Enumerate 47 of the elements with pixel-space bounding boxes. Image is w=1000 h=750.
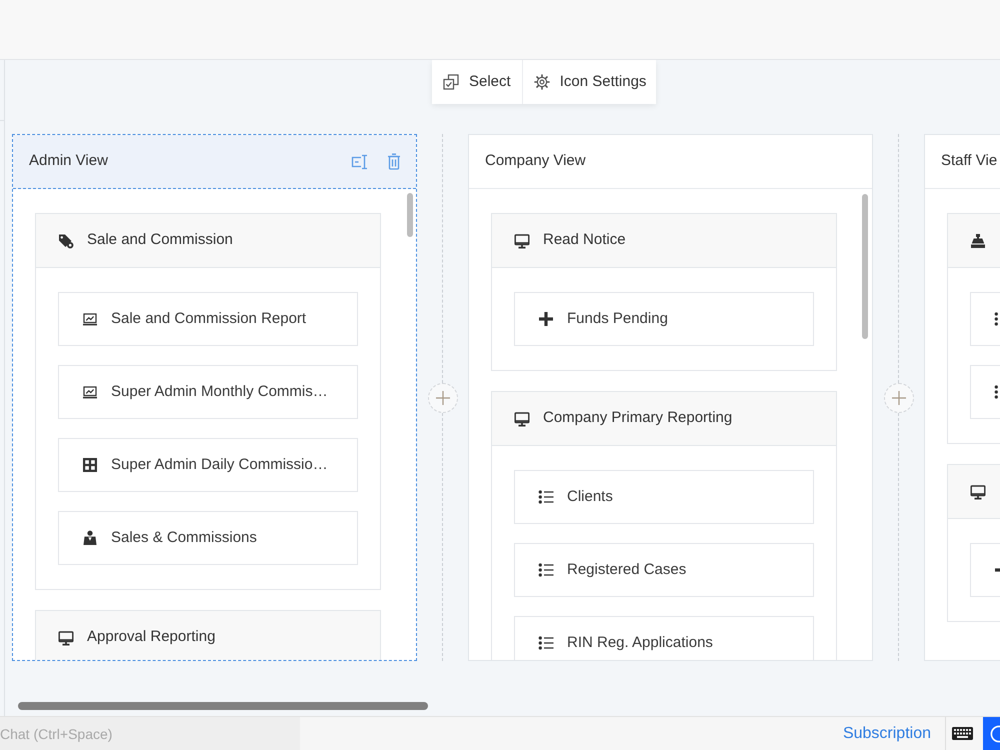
- scrollbar-thumb[interactable]: [862, 194, 868, 339]
- trash-icon: [387, 153, 401, 170]
- monitor-icon: [58, 630, 74, 646]
- view-title: Staff Vie: [941, 151, 998, 172]
- chart-icon: [82, 384, 98, 400]
- text-field-icon: [351, 154, 369, 170]
- menu-item[interactable]: Clients: [514, 470, 814, 524]
- menu-item[interactable]: Funds Pending: [514, 292, 814, 346]
- section-title: Company Primary Reporting: [543, 408, 732, 428]
- cash-register-icon: [970, 232, 986, 248]
- scrollbar-thumb[interactable]: [18, 702, 428, 710]
- person-icon: [82, 530, 98, 546]
- section-title: Approval Reporting: [87, 627, 216, 648]
- keyboard-icon: [952, 727, 973, 740]
- chat-input[interactable]: Chat (Ctrl+Space): [0, 717, 300, 750]
- grid-icon: [82, 457, 98, 473]
- select-button[interactable]: Select: [432, 60, 523, 104]
- add-column-button[interactable]: [884, 382, 914, 412]
- rename-button[interactable]: [351, 152, 369, 170]
- section-title: Sale and Commission: [87, 230, 233, 250]
- menu-item[interactable]: Registered Cases: [514, 543, 814, 597]
- list-icon: [538, 489, 554, 505]
- price-tag-icon: [58, 232, 74, 248]
- menu-item[interactable]: Sales & Commissions: [58, 511, 358, 565]
- menu-item[interactable]: Super Admin Daily Commissio…: [58, 438, 358, 492]
- list-icon: [538, 635, 554, 651]
- view-title: Admin View: [29, 151, 108, 172]
- add-column-button[interactable]: [428, 382, 458, 412]
- view-title: Company View: [485, 151, 586, 172]
- select-icon: [443, 74, 459, 90]
- subscription-link[interactable]: Subscription: [842, 722, 931, 746]
- scrollbar-thumb[interactable]: [407, 193, 413, 237]
- menu-item[interactable]: Super Admin Monthly Commis…: [58, 365, 358, 419]
- monitor-icon: [514, 410, 530, 426]
- list-icon: [538, 562, 554, 578]
- settings-icon: [534, 74, 550, 90]
- plus-icon: [538, 311, 554, 327]
- section-title: Read Notice: [543, 230, 626, 250]
- chart-icon: [82, 311, 98, 327]
- icon-settings-button[interactable]: Icon Settings: [522, 60, 656, 104]
- delete-button[interactable]: [387, 152, 401, 170]
- monitor-icon: [514, 232, 530, 248]
- monitor-icon: [970, 484, 986, 500]
- menu-item[interactable]: Sale and Commission Report: [58, 292, 358, 346]
- plus-icon: [436, 390, 450, 404]
- menu-item[interactable]: RIN Reg. Applications: [514, 616, 814, 660]
- plus-icon: [892, 390, 906, 404]
